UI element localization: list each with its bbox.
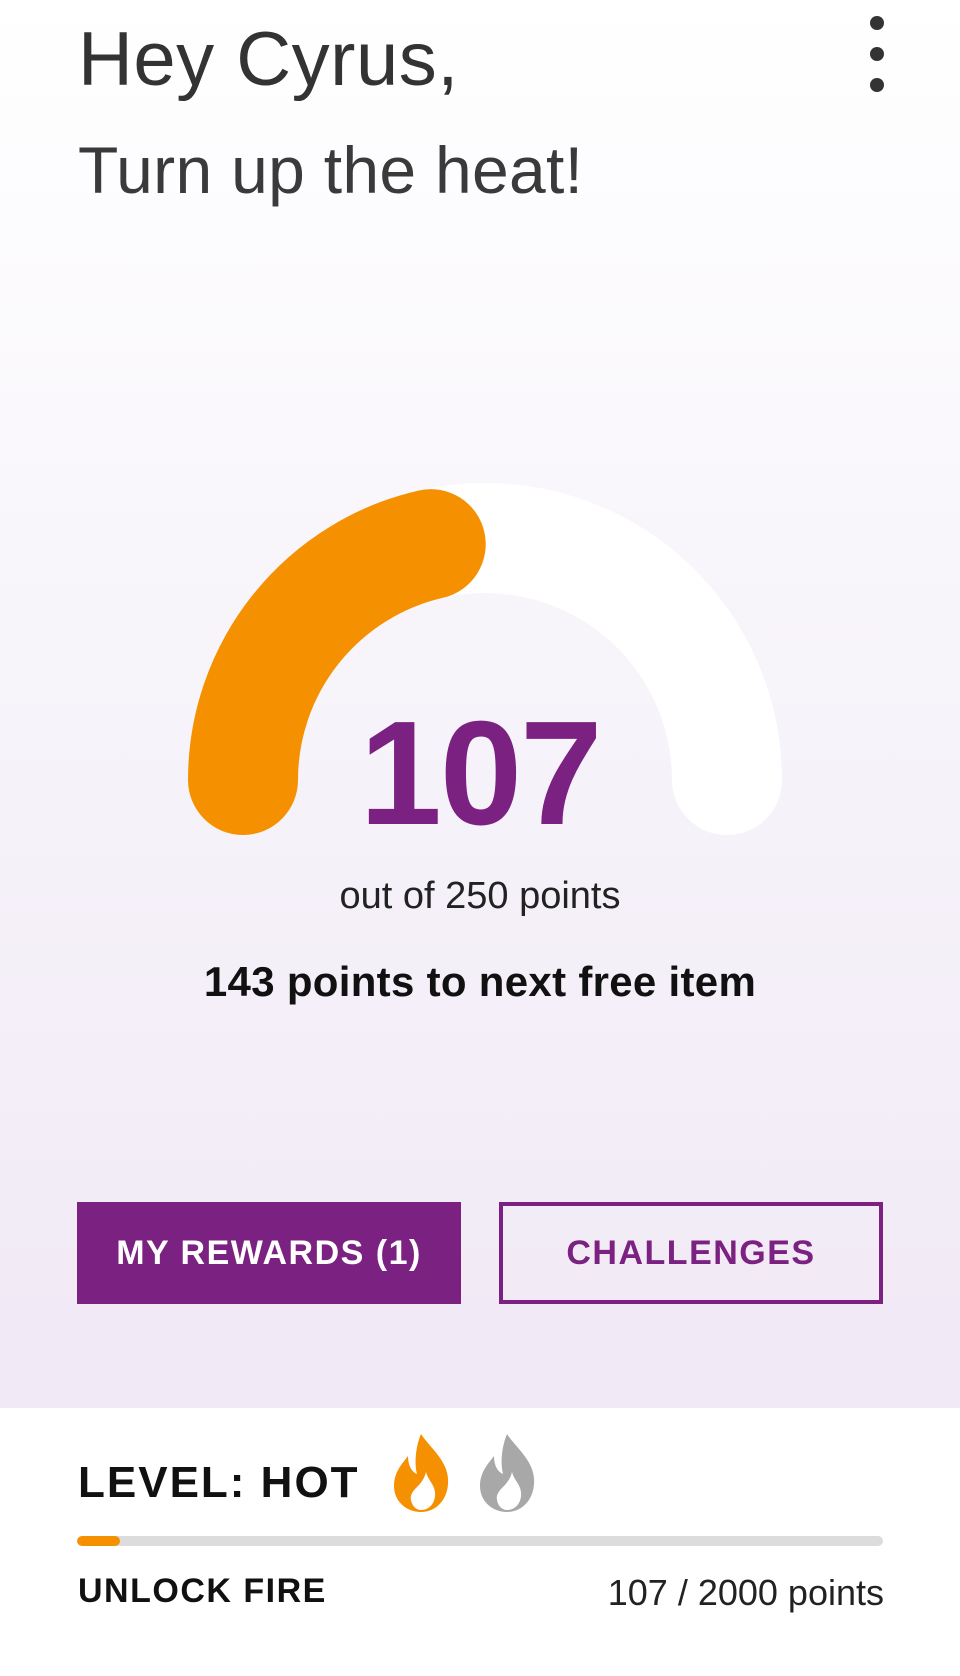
more-options-icon[interactable] — [860, 16, 894, 92]
menu-dot — [870, 47, 884, 61]
points-value: 107 — [359, 691, 603, 856]
unlock-next-level-label: UNLOCK FIRE — [78, 1572, 327, 1610]
level-panel: LEVEL: HOT UNLOCK FIRE 107 / 2000 points — [0, 1408, 960, 1676]
level-progress-text: 107 / 2000 points — [607, 1572, 884, 1613]
flame-icon-locked — [480, 1434, 535, 1512]
my-rewards-button[interactable]: MY REWARDS (1) — [77, 1202, 461, 1304]
greeting-subtitle: Turn up the heat! — [78, 133, 584, 207]
level-progress-fill — [77, 1536, 121, 1546]
greeting-title: Hey Cyrus, — [78, 17, 459, 102]
flame-icon — [394, 1434, 449, 1512]
level-title: LEVEL: HOT — [78, 1458, 360, 1507]
points-out-of: out of 250 points — [339, 875, 621, 917]
points-to-next-item: 143 points to next free item — [203, 958, 757, 1005]
level-progress-bar — [77, 1536, 883, 1546]
menu-dot — [870, 78, 884, 92]
menu-dot — [870, 16, 884, 30]
rewards-overview: Hey Cyrus, Turn up the heat! 107 out of … — [0, 0, 960, 1408]
challenges-button[interactable]: CHALLENGES — [499, 1202, 883, 1304]
